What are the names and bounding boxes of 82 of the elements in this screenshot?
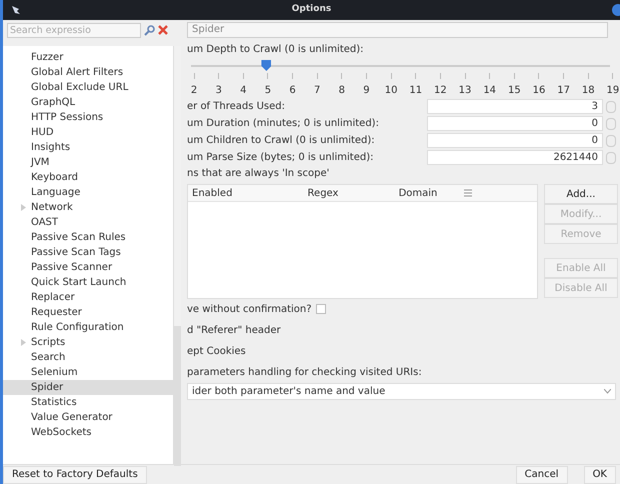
confirm-label: ve without confirmation? <box>187 304 312 315</box>
tick-label: 12 <box>434 84 447 98</box>
tick-label: 15 <box>508 84 521 98</box>
tick-label: 13 <box>458 84 472 98</box>
dialog-button[interactable]: Cancel <box>516 466 568 484</box>
tree-item[interactable]: Rule Configuration <box>3 320 173 335</box>
clear-icon[interactable] <box>158 25 168 35</box>
tick-label: 2 <box>190 84 198 98</box>
tick-label: 18 <box>582 84 595 98</box>
number-field[interactable]: 0 <box>427 116 603 131</box>
column-header[interactable]: Enabled <box>188 186 268 200</box>
tick-label: 6 <box>289 84 296 98</box>
tree-item[interactable]: Global Alert Filters <box>3 65 173 80</box>
tree-item[interactable]: Passive Scan Rules <box>3 230 173 245</box>
tree-item[interactable]: Keyboard <box>3 170 173 185</box>
tick-label: 17 <box>557 84 570 98</box>
number-field[interactable]: 2621440 <box>427 150 603 165</box>
tick-label: 7 <box>314 84 320 98</box>
tick-label: 19 <box>606 84 620 98</box>
field-label: er of Threads Used: <box>187 100 286 114</box>
tree-item[interactable]: Fuzzer <box>3 50 173 65</box>
params-dropdown[interactable]: ider both parameter's name and value <box>187 383 616 400</box>
field-label: um Duration (minutes; 0 is unlimited): <box>187 117 380 131</box>
search-field[interactable]: Search expressio <box>7 22 141 38</box>
caret-icon <box>604 389 611 394</box>
tick-label: 3 <box>215 84 222 98</box>
spinner-icon[interactable] <box>606 134 616 146</box>
option-label: d "Referer" header <box>187 325 281 336</box>
dialog-button[interactable]: OK <box>584 466 616 484</box>
tree-item[interactable]: Quick Start Launch <box>3 275 173 290</box>
tree-item[interactable]: Requester <box>3 305 173 320</box>
tick-label: 10 <box>384 84 398 98</box>
tree-item[interactable]: Passive Scanner <box>3 260 173 275</box>
tree-item[interactable]: Network <box>3 200 173 215</box>
tree-item[interactable]: Spider <box>3 380 173 395</box>
spinner-icon[interactable] <box>606 152 616 164</box>
params-label: parameters handling for checking visited URIs: <box>187 367 422 378</box>
column-header[interactable]: Regex <box>268 186 378 200</box>
tree-item[interactable]: Scripts <box>3 335 173 350</box>
window-title: Options <box>292 3 332 16</box>
tree-item[interactable]: Replacer <box>3 290 173 305</box>
column-header[interactable]: Domain <box>378 186 458 200</box>
tick-label: 8 <box>338 84 346 98</box>
tree-item[interactable]: HTTP Sessions <box>3 110 173 125</box>
number-field[interactable]: 3 <box>427 99 603 114</box>
table-button[interactable]: Add... <box>544 184 618 204</box>
tree-item[interactable]: Passive Scan Tags <box>3 245 173 260</box>
field-label: um Children to Crawl (0 is unlimited): <box>187 134 376 148</box>
tick-label: 14 <box>483 84 496 98</box>
number-field[interactable]: 0 <box>427 133 603 148</box>
tree-item[interactable]: Value Generator <box>3 410 173 425</box>
tick-label: 5 <box>264 84 272 98</box>
app-icon <box>11 5 21 15</box>
panel-title: Spider <box>187 22 608 38</box>
option-label: ept Cookies <box>187 346 246 357</box>
spinner-icon[interactable] <box>606 118 616 130</box>
slider-thumb[interactable] <box>261 60 272 71</box>
tree-item[interactable]: GraphQL <box>3 95 173 110</box>
depth-label: um Depth to Crawl (0 is unlimited): <box>187 43 365 57</box>
field-label: um Parse Size (bytes; 0 is unlimited): <box>187 151 374 165</box>
tick-label: 16 <box>532 84 546 98</box>
tree-item[interactable]: WebSockets <box>3 425 173 440</box>
checkbox[interactable] <box>316 304 326 314</box>
tick-label: 9 <box>363 84 370 98</box>
search-icon[interactable] <box>144 24 155 36</box>
reset-button[interactable]: Reset to Factory Defaults <box>3 466 147 484</box>
tree-item[interactable]: Search <box>3 350 173 365</box>
tree-item[interactable]: HUD <box>3 125 173 140</box>
tick-label: 11 <box>409 84 422 98</box>
tree-item[interactable]: Global Exclude URL <box>3 80 173 95</box>
tree-item[interactable]: Selenium <box>3 365 173 380</box>
expand-arrow-icon[interactable] <box>21 204 26 211</box>
tree-item[interactable]: JVM <box>3 155 173 170</box>
spinner-icon[interactable] <box>606 100 616 112</box>
tree-item[interactable]: Language <box>3 185 173 200</box>
expand-arrow-icon[interactable] <box>21 339 26 346</box>
tick-label: 4 <box>240 84 246 98</box>
scope-label: ns that are always 'In scope' <box>187 167 330 181</box>
tree-item[interactable]: Insights <box>3 140 173 155</box>
tree-item[interactable]: OAST <box>3 215 173 230</box>
column-picker-icon[interactable] <box>464 189 472 197</box>
tree-item[interactable]: Statistics <box>3 395 173 410</box>
